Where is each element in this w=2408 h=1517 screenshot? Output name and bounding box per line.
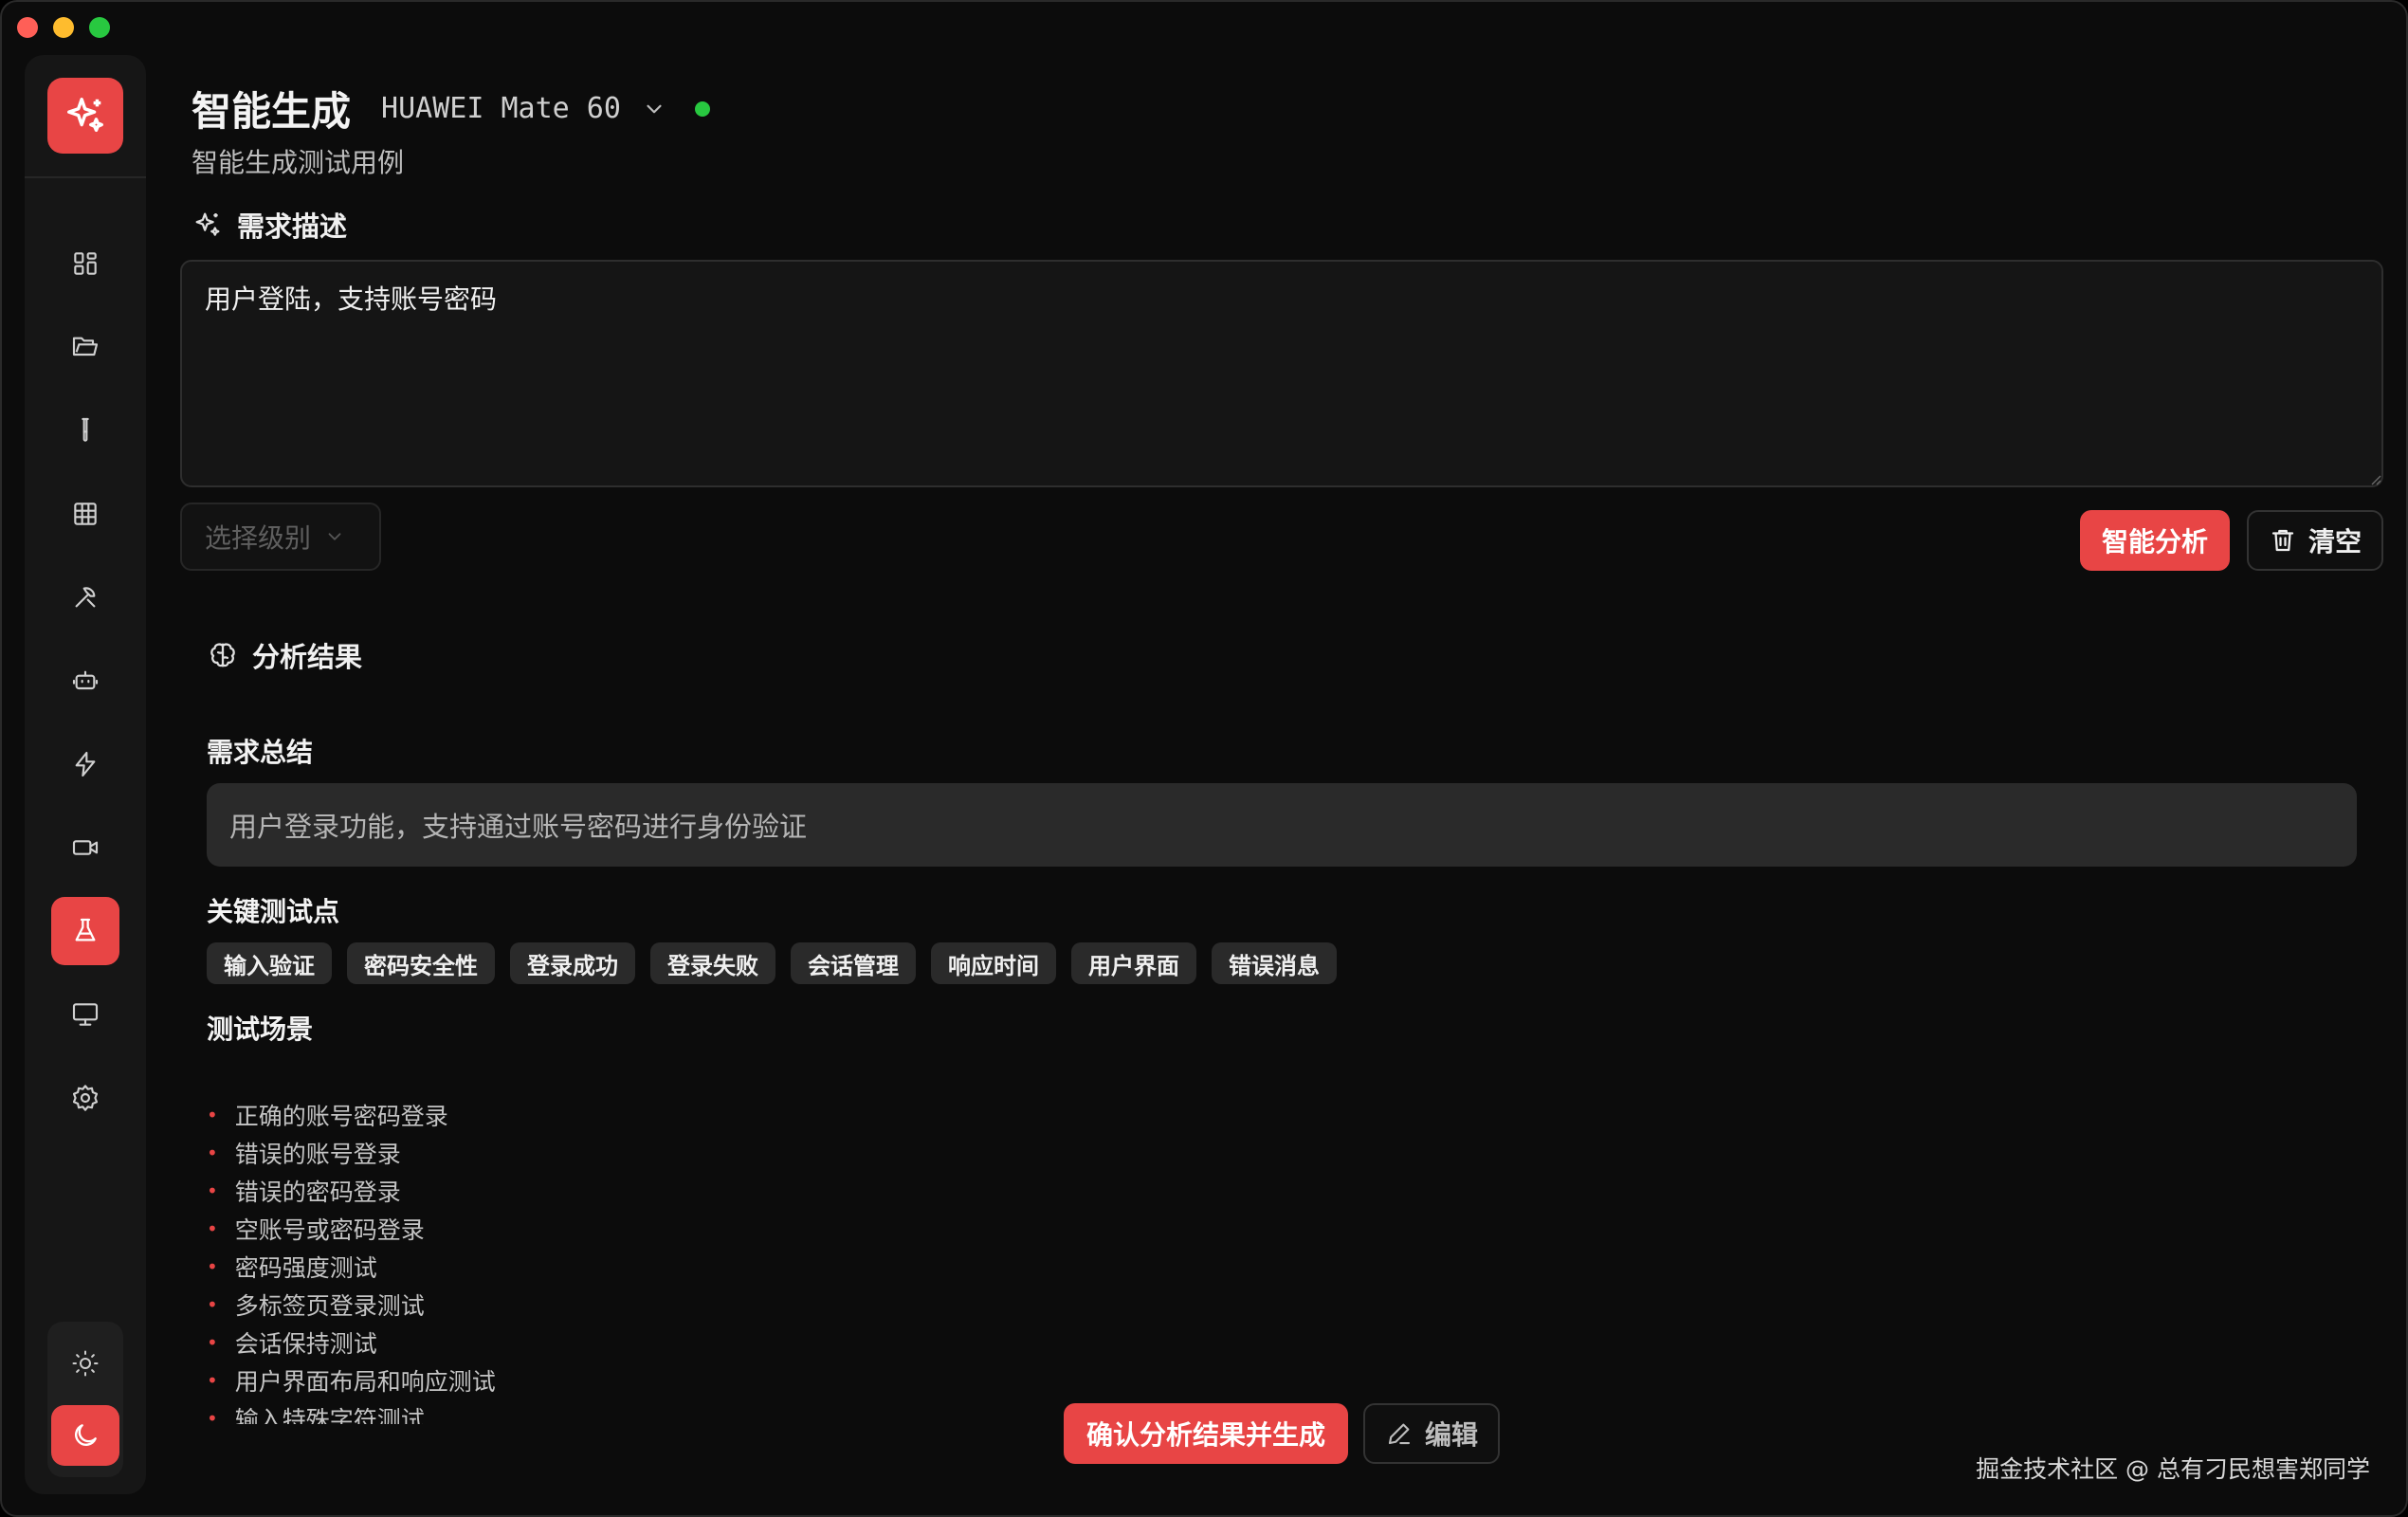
sidebar-item-video[interactable] <box>51 813 119 882</box>
keypoints-heading: 关键测试点 <box>207 896 340 927</box>
keypoint-tags: 输入验证 密码安全性 登录成功 登录失败 会话管理 响应时间 用户界面 错误消息 <box>207 942 1337 984</box>
level-select[interactable]: 选择级别 <box>180 503 381 571</box>
analyze-button-label: 智能分析 <box>2101 526 2208 557</box>
scenario-item: 错误的密码登录 <box>207 1172 1344 1210</box>
scenario-list[interactable]: 正确的账号密码登录 错误的账号登录 错误的密码登录 空账号或密码登录 密码强度测… <box>207 1096 1344 1424</box>
sparkle-icon <box>195 212 220 236</box>
trash-icon <box>2271 529 2294 552</box>
keypoint-tag: 密码安全性 <box>347 942 495 984</box>
app-logo[interactable] <box>47 78 123 154</box>
keypoint-tag: 会话管理 <box>791 942 916 984</box>
connection-status-dot <box>694 101 710 117</box>
sidebar-item-tests[interactable] <box>51 396 119 465</box>
pencil-icon <box>1388 1423 1411 1445</box>
sidebar-item-dashboard[interactable] <box>51 229 119 298</box>
window-controls <box>17 17 110 38</box>
keypoint-tag: 错误消息 <box>1212 942 1337 984</box>
scenario-item: 会话保持测试 <box>207 1324 1344 1362</box>
watermark: 掘金技术社区 @ 总有刁民想害郑同学 <box>1976 1455 2370 1483</box>
keypoint-tag: 登录失败 <box>650 942 775 984</box>
sidebar-item-lab[interactable] <box>51 897 119 965</box>
keypoint-tag: 登录成功 <box>510 942 635 984</box>
folder-icon <box>72 337 99 356</box>
robot-icon <box>72 670 99 690</box>
video-icon <box>72 840 99 855</box>
tools-icon <box>75 587 96 608</box>
sidebar-item-settings[interactable] <box>51 1064 119 1132</box>
header: 智能生成 HUAWEI Mate 60 <box>192 80 710 137</box>
chevron-down-icon[interactable] <box>642 97 666 121</box>
sidebar-item-quick[interactable] <box>51 730 119 798</box>
app-window: 智能生成 HUAWEI Mate 60 智能生成测试用例 需求描述 用户登陆，支… <box>0 0 2408 1517</box>
clear-button[interactable]: 清空 <box>2247 510 2383 571</box>
maximize-window-button[interactable] <box>89 17 110 38</box>
keypoint-tag: 输入验证 <box>207 942 332 984</box>
scenarios-heading: 测试场景 <box>207 1014 314 1045</box>
scenario-item: 正确的账号密码登录 <box>207 1096 1344 1134</box>
scenario-item: 密码强度测试 <box>207 1248 1344 1286</box>
analysis-section-title: 分析结果 <box>252 641 363 673</box>
edit-button-label: 编辑 <box>1424 1419 1478 1451</box>
summary-text: 用户登录功能，支持通过账号密码进行身份验证 <box>229 811 808 843</box>
flask-icon <box>75 918 96 941</box>
chevron-down-icon <box>328 533 341 540</box>
theme-switcher <box>47 1322 123 1477</box>
sidebar <box>25 55 146 1494</box>
scenario-item: 错误的账号登录 <box>207 1134 1344 1172</box>
sidebar-item-table[interactable] <box>51 480 119 548</box>
analysis-section-header: 分析结果 <box>207 635 362 675</box>
minimize-window-button[interactable] <box>53 17 74 38</box>
requirement-input[interactable]: 用户登陆，支持账号密码 <box>180 260 2383 487</box>
brain-icon <box>210 643 235 667</box>
scenario-item: 用户界面布局和响应测试 <box>207 1362 1344 1399</box>
clear-button-label: 清空 <box>2308 526 2362 557</box>
moon-icon <box>75 1424 97 1446</box>
main-content: 智能生成 HUAWEI Mate 60 智能生成测试用例 需求描述 用户登陆，支… <box>180 55 2406 1515</box>
level-select-placeholder: 选择级别 <box>205 522 312 554</box>
dashboard-icon <box>74 252 97 275</box>
close-window-button[interactable] <box>17 17 38 38</box>
device-selector[interactable]: HUAWEI Mate 60 <box>381 92 621 125</box>
confirm-generate-label: 确认分析结果并生成 <box>1085 1419 1325 1451</box>
sun-icon <box>72 1350 99 1377</box>
requirement-section-title: 需求描述 <box>237 210 348 243</box>
settings-icon <box>72 1085 99 1111</box>
sidebar-item-robot[interactable] <box>51 647 119 715</box>
light-theme-button[interactable] <box>51 1333 119 1394</box>
scenario-item: 空账号或密码登录 <box>207 1210 1344 1248</box>
analyze-button[interactable]: 智能分析 <box>2080 510 2230 571</box>
table-icon <box>74 503 97 525</box>
keypoint-tag: 用户界面 <box>1071 942 1196 984</box>
summary-heading: 需求总结 <box>207 737 314 768</box>
page-title: 智能生成 <box>192 88 352 135</box>
sidebar-item-devices[interactable] <box>51 980 119 1049</box>
confirm-generate-button[interactable]: 确认分析结果并生成 <box>1064 1403 1348 1464</box>
lightning-icon <box>75 751 96 777</box>
keypoint-tag: 响应时间 <box>931 942 1056 984</box>
page-subtitle: 智能生成测试用例 <box>192 147 405 178</box>
requirement-section-header: 需求描述 <box>192 205 347 245</box>
sidebar-item-projects[interactable] <box>51 313 119 381</box>
edit-button[interactable]: 编辑 <box>1363 1403 1500 1464</box>
dark-theme-button[interactable] <box>51 1405 119 1466</box>
sidebar-divider <box>25 176 146 178</box>
sparkle-icon <box>67 98 103 133</box>
monitor-icon <box>72 1003 99 1026</box>
test-tube-icon <box>82 417 89 442</box>
sidebar-item-tools[interactable] <box>51 563 119 631</box>
summary-box: 用户登录功能，支持通过账号密码进行身份验证 <box>207 783 2357 867</box>
resize-grip-icon[interactable] <box>2368 472 2381 485</box>
scenario-item: 多标签页登录测试 <box>207 1286 1344 1324</box>
